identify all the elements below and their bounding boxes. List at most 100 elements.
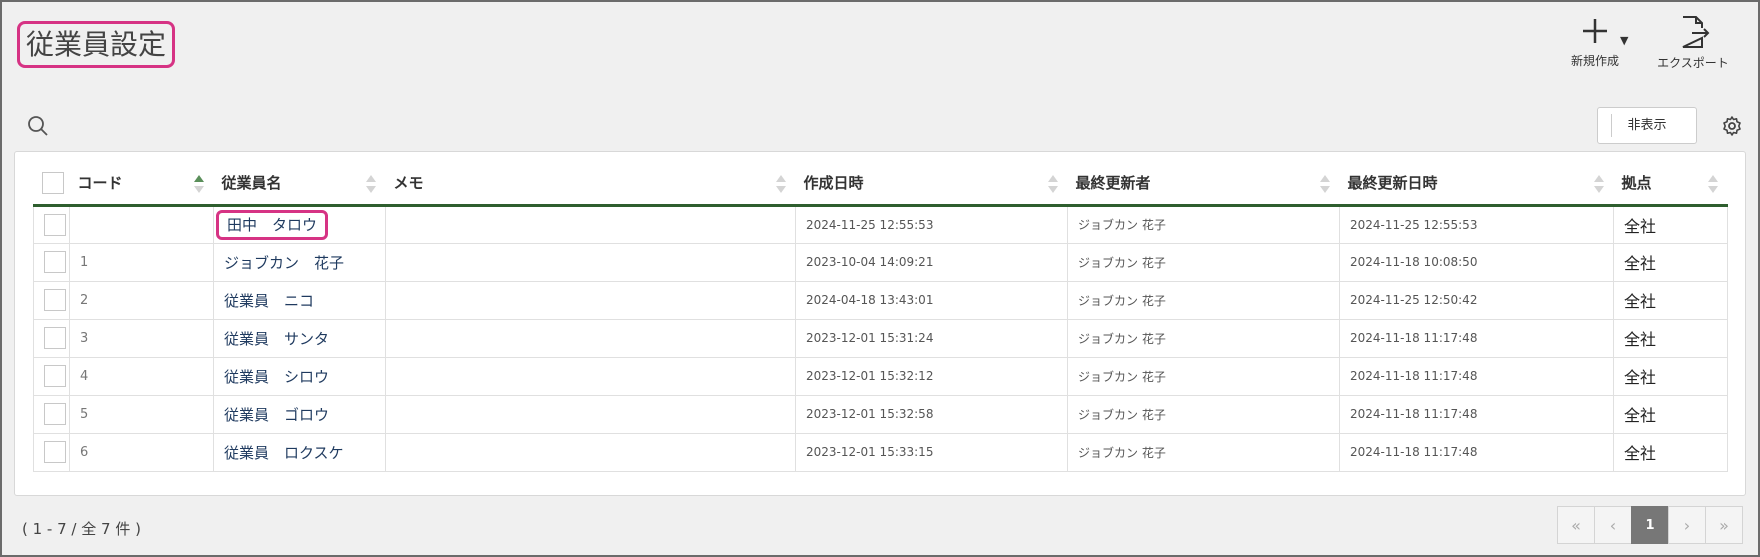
cell-name-link[interactable]: 田中 タロウ — [216, 209, 329, 240]
cell-code: 5 — [69, 394, 214, 434]
pager-first-button[interactable]: « — [1557, 506, 1595, 544]
cell-base: 全社 — [1613, 432, 1728, 472]
hide-columns-button[interactable]: 非表示 — [1597, 107, 1697, 144]
pager-next-button[interactable]: › — [1668, 506, 1706, 544]
row-checkbox[interactable] — [44, 365, 66, 387]
cell-code: 1 — [69, 242, 214, 282]
cell-updater: ジョブカン 花子 — [1067, 356, 1340, 396]
cell-updated: 2024-11-25 12:50:42 — [1339, 280, 1614, 320]
cell-created: 2024-11-25 12:55:53 — [795, 204, 1068, 244]
table-row[interactable]: 3 従業員 サンタ 2023-12-01 15:31:24 ジョブカン 花子 2… — [33, 318, 1728, 358]
export-icon — [1682, 16, 1710, 48]
cell-created: 2023-12-01 15:32:58 — [795, 394, 1068, 434]
cell-created: 2023-12-01 15:33:15 — [795, 432, 1068, 472]
select-all-checkbox[interactable] — [41, 171, 64, 194]
table-row[interactable]: 4 従業員 シロウ 2023-12-01 15:32:12 ジョブカン 花子 2… — [33, 356, 1728, 396]
cell-updated: 2024-11-18 11:17:48 — [1339, 432, 1614, 472]
row-checkbox[interactable] — [44, 213, 66, 236]
cell-base: 全社 — [1613, 318, 1728, 358]
sort-icon[interactable] — [1047, 175, 1058, 193]
row-checkbox[interactable] — [44, 251, 66, 273]
row-checkbox[interactable] — [44, 327, 66, 349]
pager-last-button[interactable]: » — [1705, 506, 1743, 544]
sort-icon[interactable] — [1707, 175, 1718, 193]
plus-icon — [1583, 19, 1607, 43]
cell-name-link[interactable]: 従業員 シロウ — [213, 356, 386, 396]
cell-base: 全社 — [1613, 280, 1728, 320]
sort-icon[interactable] — [1319, 175, 1330, 193]
chevron-down-icon[interactable]: ▼ — [1620, 34, 1628, 47]
row-checkbox[interactable] — [44, 289, 66, 311]
new-create-label: 新規作成 — [1570, 54, 1619, 68]
sort-icon[interactable] — [365, 175, 376, 193]
new-create-button[interactable]: ▼ 新規作成 — [1560, 14, 1630, 80]
cell-name-link[interactable]: ジョブカン 花子 — [213, 242, 386, 282]
cell-name-link[interactable]: 従業員 ロクスケ — [213, 432, 386, 472]
cell-updated: 2024-11-18 11:17:48 — [1339, 318, 1614, 358]
cell-updater: ジョブカン 花子 — [1067, 318, 1340, 358]
cell-memo — [385, 280, 796, 320]
cell-updated: 2024-11-18 11:17:48 — [1339, 356, 1614, 396]
cell-code: 2 — [69, 280, 214, 320]
row-checkbox[interactable] — [44, 403, 66, 425]
select-all-cell — [33, 162, 70, 207]
cell-name-link[interactable]: 従業員 ニコ — [213, 280, 386, 320]
cell-memo — [385, 394, 796, 434]
cell-updater: ジョブカン 花子 — [1067, 204, 1340, 244]
column-header-base[interactable]: 拠点 — [1613, 162, 1728, 207]
cell-created: 2023-10-04 14:09:21 — [795, 242, 1068, 282]
cell-updated: 2024-11-18 10:08:50 — [1339, 242, 1614, 282]
table-row[interactable]: 5 従業員 ゴロウ 2023-12-01 15:32:58 ジョブカン 花子 2… — [33, 394, 1728, 434]
search-icon[interactable] — [26, 114, 50, 138]
cell-code: 6 — [69, 432, 214, 472]
export-button[interactable]: エクスポート — [1650, 14, 1736, 80]
cell-code — [69, 204, 214, 244]
cell-code: 3 — [69, 318, 214, 358]
gear-icon[interactable] — [1720, 114, 1744, 138]
cell-memo — [385, 242, 796, 282]
column-header-name[interactable]: 従業員名 — [213, 162, 386, 207]
page-title: 従業員設定 — [17, 21, 176, 68]
table-row[interactable]: 2 従業員 ニコ 2024-04-18 13:43:01 ジョブカン 花子 20… — [33, 280, 1728, 320]
record-count: ( 1 - 7 / 全 7 件 ) — [22, 520, 141, 538]
column-header-updated[interactable]: 最終更新日時 — [1339, 162, 1614, 207]
sort-asc-icon[interactable] — [193, 175, 204, 193]
cell-created: 2023-12-01 15:31:24 — [795, 318, 1068, 358]
table-row[interactable]: 6 従業員 ロクスケ 2023-12-01 15:33:15 ジョブカン 花子 … — [33, 432, 1728, 472]
table-row[interactable]: 田中 タロウ 2024-11-25 12:55:53 ジョブカン 花子 2024… — [33, 204, 1728, 244]
cell-updater: ジョブカン 花子 — [1067, 242, 1340, 282]
cell-updater: ジョブカン 花子 — [1067, 394, 1340, 434]
table-header-row: コード 従業員名 メモ 作成日時 最終更新者 最終更新日時 拠点 — [33, 162, 1728, 207]
cell-updated: 2024-11-18 11:17:48 — [1339, 394, 1614, 434]
cell-updater: ジョブカン 花子 — [1067, 280, 1340, 320]
cell-code: 4 — [69, 356, 214, 396]
pager-page-current[interactable]: 1 — [1631, 506, 1669, 544]
cell-memo — [385, 204, 796, 244]
cell-base: 全社 — [1613, 356, 1728, 396]
row-checkbox[interactable] — [44, 441, 66, 463]
export-label: エクスポート — [1657, 56, 1729, 70]
pager-prev-button[interactable]: ‹ — [1594, 506, 1632, 544]
column-header-memo[interactable]: メモ — [385, 162, 796, 207]
column-header-updater[interactable]: 最終更新者 — [1067, 162, 1340, 207]
pagination: « ‹ 1 › » — [1557, 506, 1743, 544]
cell-memo — [385, 356, 796, 396]
table-row[interactable]: 1 ジョブカン 花子 2023-10-04 14:09:21 ジョブカン 花子 … — [33, 242, 1728, 282]
column-header-code[interactable]: コード — [69, 162, 214, 207]
employee-table: コード 従業員名 メモ 作成日時 最終更新者 最終更新日時 拠点 田中 タロウ … — [33, 162, 1728, 472]
column-header-created[interactable]: 作成日時 — [795, 162, 1068, 207]
cell-name-link[interactable]: 従業員 サンタ — [213, 318, 386, 358]
cell-updated: 2024-11-25 12:55:53 — [1339, 204, 1614, 244]
sort-icon[interactable] — [775, 175, 786, 193]
cell-base: 全社 — [1613, 242, 1728, 282]
cell-memo — [385, 432, 796, 472]
cell-created: 2023-12-01 15:32:12 — [795, 356, 1068, 396]
sort-icon[interactable] — [1593, 175, 1604, 193]
cell-base: 全社 — [1613, 204, 1728, 244]
employee-table-panel: コード 従業員名 メモ 作成日時 最終更新者 最終更新日時 拠点 田中 タロウ … — [14, 151, 1746, 496]
cell-created: 2024-04-18 13:43:01 — [795, 280, 1068, 320]
cell-base: 全社 — [1613, 394, 1728, 434]
cell-name-link[interactable]: 従業員 ゴロウ — [213, 394, 386, 434]
cell-memo — [385, 318, 796, 358]
cell-updater: ジョブカン 花子 — [1067, 432, 1340, 472]
